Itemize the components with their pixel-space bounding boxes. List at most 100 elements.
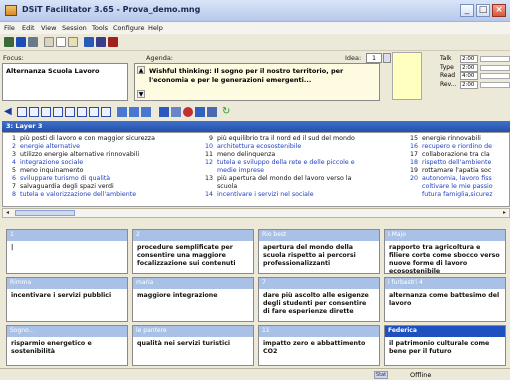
filter-icon[interactable] [207, 107, 217, 117]
list-item[interactable]: 11 meno delinquenza [203, 151, 275, 159]
cell-text[interactable]: maggiore integrazione [133, 289, 253, 303]
timer-value[interactable]: 2:00 [460, 55, 478, 63]
list-item[interactable]: 5 meno inquinamento [6, 167, 84, 175]
list-item[interactable]: 18 rispetto dell'ambiente [408, 159, 491, 167]
list-item[interactable]: 17 collaborazione tra cla [408, 151, 490, 159]
list-item[interactable]: 4 integrazione sociale [6, 159, 83, 167]
import-icon[interactable] [84, 37, 94, 47]
cell-text[interactable]: alternanza come battesimo del lavoro [385, 289, 505, 311]
copy-icon[interactable] [56, 37, 66, 47]
layer-slot-6[interactable] [77, 107, 87, 117]
layer-navbar: ◀ ↻ [0, 104, 510, 120]
idea-number-field[interactable]: 1 [366, 53, 382, 63]
cell-text[interactable]: apertura del mondo della scuola rispetto… [259, 241, 379, 271]
list-item[interactable]: 14 incentivare i servizi nel sociale [203, 191, 314, 199]
menu-help[interactable]: Help [148, 24, 163, 32]
close-button[interactable]: × [492, 4, 506, 17]
idea-cell-selected[interactable]: Federica il patrimonio culturale come be… [384, 325, 506, 366]
participants-icon[interactable] [16, 37, 26, 47]
list-item[interactable]: medie imprese [203, 167, 264, 175]
menu-view[interactable]: View [41, 24, 56, 32]
idea-next-button[interactable] [383, 53, 391, 63]
list-item[interactable]: 13 più apertura del mondo del lavoro vers… [203, 175, 351, 183]
idea-cell[interactable]: i furbastri 4 alternanza come battesimo … [384, 277, 506, 322]
list-view-icon[interactable] [141, 107, 151, 117]
list-item[interactable]: 15 energie rinnovabili [408, 135, 481, 143]
list-item[interactable]: futura famiglia,sicurez [408, 191, 493, 199]
previous-layer-icon[interactable]: ◀ [4, 107, 12, 117]
idea-cell[interactable]: maria maggiore integrazione [132, 277, 254, 322]
delete-icon[interactable] [108, 37, 118, 47]
timer-value[interactable]: 2:00 [460, 80, 478, 89]
idea-cell[interactable]: Rimma incentivare i servizi pubblici [6, 277, 128, 322]
list-item[interactable]: 20 autonomia, lavoro fiss [408, 175, 492, 183]
idea-cell[interactable]: 7 dare più ascolto alle esigenze degli s… [258, 277, 380, 322]
maximize-button[interactable]: □ [476, 4, 490, 17]
menu-configure[interactable]: Configure [113, 24, 145, 32]
menu-edit[interactable]: Edit [22, 24, 35, 32]
list-item[interactable]: 7 salvaguardia degli spazi verdi [6, 183, 114, 191]
layer-slot-3[interactable] [41, 107, 51, 117]
list-item[interactable]: 2 energie alternative [6, 143, 80, 151]
idea-cell[interactable]: 2 procedure semplificate per consentire … [132, 229, 254, 274]
network-icon[interactable] [28, 37, 38, 47]
idea-cell[interactable]: Sogno... risparmio energetico e sostenib… [6, 325, 128, 366]
record-icon[interactable] [183, 107, 193, 117]
minimize-button[interactable]: _ [460, 4, 474, 17]
cell-text[interactable]: | [7, 241, 127, 255]
layer-slot-5[interactable] [65, 107, 75, 117]
agenda-scroll-up[interactable]: ▲ [137, 66, 145, 74]
cell-text[interactable]: procedure semplificate per consentire un… [133, 241, 253, 271]
layer-slot-8[interactable] [101, 107, 111, 117]
list-item[interactable]: coltivare le mie passio [408, 183, 493, 191]
menu-tools[interactable]: Tools [92, 24, 108, 32]
list-item[interactable]: 6 sviluppare turismo di qualità [6, 175, 110, 183]
layer-slot-2[interactable] [29, 107, 39, 117]
scroll-left-icon[interactable]: ◂ [3, 209, 12, 217]
vote-icon[interactable] [171, 107, 181, 117]
layers-icon[interactable] [159, 107, 169, 117]
idea-cell[interactable]: I.Majo rapporto tra agricoltura e filier… [384, 229, 506, 275]
scroll-thumb[interactable] [15, 210, 75, 216]
agenda-field[interactable]: ▲ ▼ Wishful thinking: Il sogno per il no… [134, 63, 380, 101]
layer-slot-4[interactable] [53, 107, 63, 117]
idea-cell[interactable]: 1 | [6, 229, 128, 274]
export-icon[interactable] [96, 37, 106, 47]
timer-value[interactable]: 2:00 [460, 63, 478, 72]
layer-horizontal-scrollbar[interactable]: ◂ ▸ [2, 208, 510, 218]
focus-field[interactable]: Alternanza Scuola Lavoro [2, 63, 128, 101]
tile-view-icon[interactable] [129, 107, 139, 117]
cell-text[interactable]: impatto zero e abbattimento CO2 [259, 337, 379, 359]
timer-value[interactable]: 4:00 [460, 72, 478, 80]
list-item[interactable]: 8 tutela e valorizzazione dell'ambiente [6, 191, 136, 199]
cell-text[interactable]: qualità nei servizi turistici [133, 337, 253, 351]
session-icon[interactable] [4, 37, 14, 47]
list-item[interactable]: scuola [203, 183, 237, 191]
list-item[interactable]: 1 più posti di lavoro e con maggior sicur… [6, 135, 155, 143]
cut-icon[interactable] [44, 37, 54, 47]
list-item[interactable]: 12 tutela e sviluppo della rete e delle p… [203, 159, 355, 167]
list-item[interactable]: 3 utilizzo energie alternative rinnovabil… [6, 151, 139, 159]
menu-session[interactable]: Session [62, 24, 87, 32]
idea-cell[interactable]: le pantere qualità nei servizi turistici [132, 325, 254, 366]
grid-view-icon[interactable] [117, 107, 127, 117]
cell-text[interactable]: rapporto tra agricoltura e filiere corte… [385, 241, 505, 279]
list-item[interactable]: 19 rottamare l'apatia soc [408, 167, 491, 175]
cell-text[interactable]: incentivare i servizi pubblici [7, 289, 127, 303]
list-item[interactable]: 10 architettura ecosostenibile [203, 143, 301, 151]
cell-text[interactable]: risparmio energetico e sostenibilità [7, 337, 127, 359]
paste-icon[interactable] [68, 37, 78, 47]
cell-text[interactable]: dare più ascolto alle esigenze degli stu… [259, 289, 379, 319]
layer-slot-7[interactable] [89, 107, 99, 117]
list-item[interactable]: 16 recupero e riordino de [408, 143, 492, 151]
menu-file[interactable]: File [4, 24, 15, 32]
agenda-scroll-down[interactable]: ▼ [137, 90, 145, 98]
layer-slot-1[interactable] [17, 107, 27, 117]
refresh-icon[interactable]: ↻ [222, 107, 230, 117]
star-icon[interactable] [195, 107, 205, 117]
cell-text[interactable]: il patrimonio culturale come bene per il… [385, 337, 505, 359]
list-item[interactable]: 9 più equilibrio tra il nord ed il sud de… [203, 135, 355, 143]
idea-cell[interactable]: 11 impatto zero e abbattimento CO2 [258, 325, 380, 366]
idea-cell[interactable]: Rio best apertura del mondo della scuola… [258, 229, 380, 274]
scroll-right-icon[interactable]: ▸ [500, 209, 509, 217]
